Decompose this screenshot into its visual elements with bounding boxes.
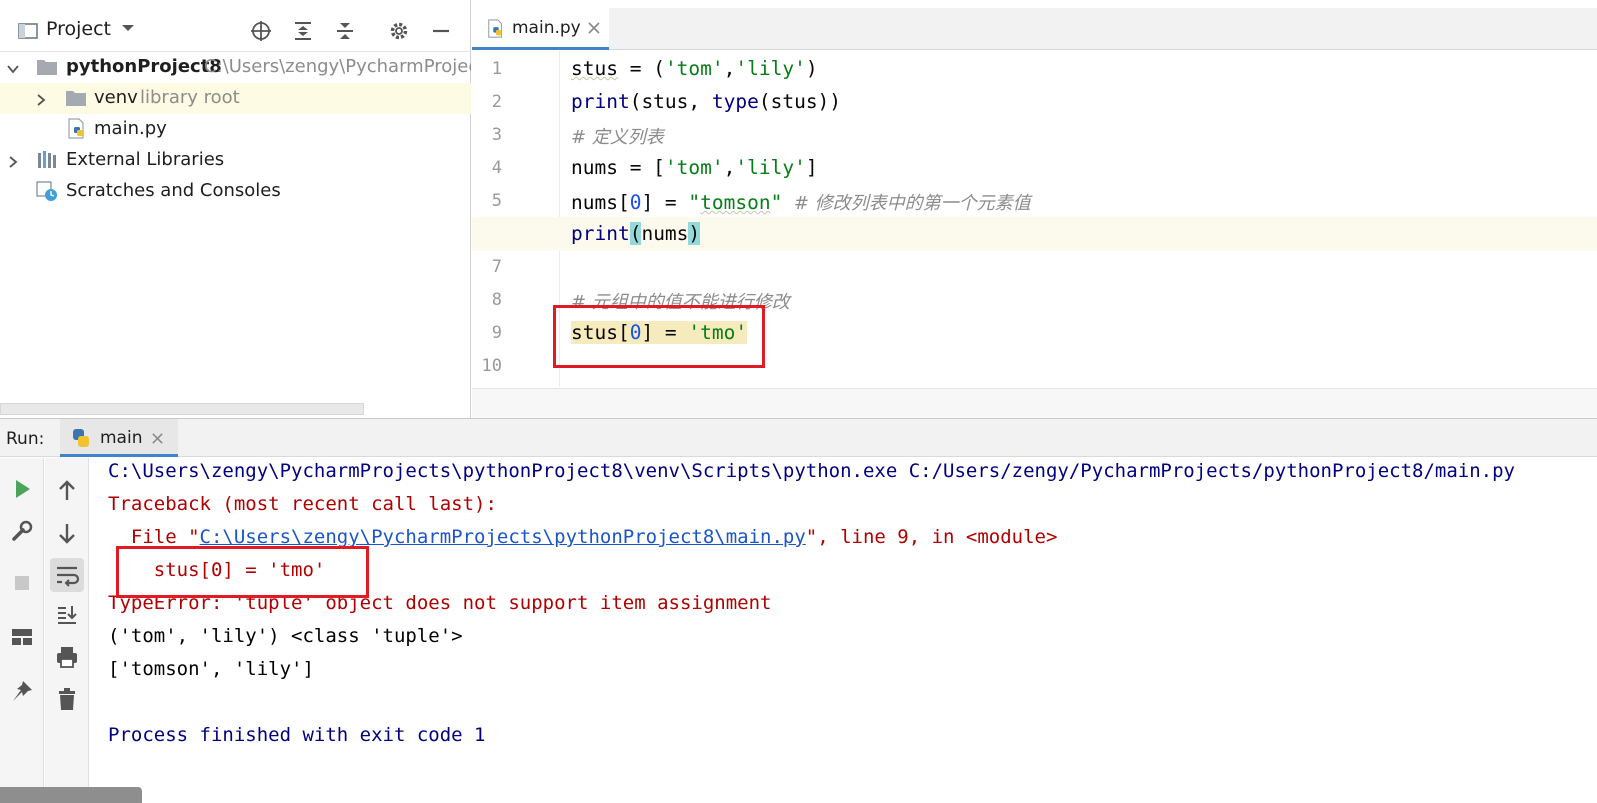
run-toolbar-right: [45, 458, 89, 803]
code-line-6[interactable]: print(nums): [472, 217, 1597, 251]
status-bar-fragment: [0, 787, 142, 803]
console-exit-message: Process finished with exit code 1: [108, 724, 486, 746]
tree-item-label: External Libraries: [66, 149, 225, 170]
code-line-4[interactable]: nums = ['tom','lily']: [472, 151, 1597, 185]
console-traceback: Traceback (most recent call last):: [108, 493, 497, 515]
code-line-7[interactable]: [472, 250, 1597, 284]
run-toolbar-left: [0, 458, 44, 803]
gear-icon[interactable]: [388, 20, 410, 42]
tab-label: main: [100, 428, 143, 448]
code-text: stus = ('tom','lily'): [571, 57, 818, 80]
project-panel: Project pythonProject8 C:\Users\zengy\Py…: [0, 0, 471, 418]
python-file-icon: [66, 118, 88, 140]
run-label: Run:: [6, 429, 45, 449]
wrench-icon[interactable]: [9, 518, 35, 544]
code-line-3[interactable]: # 定义列表: [472, 118, 1597, 152]
collapse-all-icon[interactable]: [334, 20, 356, 42]
tree-item-hint: library root: [140, 87, 240, 108]
hide-panel-icon[interactable]: [430, 20, 452, 42]
folder-icon: [36, 56, 58, 78]
scroll-to-end-icon[interactable]: [54, 602, 80, 628]
stop-icon[interactable]: [9, 570, 35, 596]
layout-icon[interactable]: [9, 624, 35, 650]
annotation-box-console: [116, 546, 369, 598]
code-text: nums[0] = "tomson" # 修改列表中的第一个元素值: [571, 191, 1031, 214]
code-line-1[interactable]: stus = ('tom','lily'): [472, 52, 1597, 86]
horizontal-scrollbar[interactable]: [0, 403, 364, 415]
python-icon: [70, 427, 92, 449]
tree-item-label: Scratches and Consoles: [66, 180, 281, 201]
project-view-icon: [17, 20, 39, 42]
console-command-line: C:\Users\zengy\PycharmProjects\pythonPro…: [108, 460, 1515, 482]
print-icon[interactable]: [54, 644, 80, 670]
code-text: print(stus, type(stus)): [571, 90, 842, 113]
tree-item-label: venv: [94, 87, 138, 108]
run-header: Run: main: [0, 419, 1597, 457]
annotation-box-editor: [553, 305, 765, 368]
library-icon: [36, 149, 58, 171]
code-line-2[interactable]: print(stus, type(stus)): [472, 85, 1597, 119]
expand-all-icon[interactable]: [292, 20, 314, 42]
tab-label: main.py: [512, 18, 581, 38]
code-text: print(nums): [571, 222, 701, 245]
chevron-down-icon[interactable]: [6, 60, 20, 74]
tree-item-external-libraries[interactable]: External Libraries: [0, 145, 471, 176]
tree-item-path: C:\Users\zengy\PycharmProjects\: [204, 56, 471, 77]
console-output[interactable]: C:\Users\zengy\PycharmProjects\pythonPro…: [108, 458, 1597, 803]
project-toolbar: Project: [0, 8, 471, 52]
editor-tab-bar: main.py: [472, 8, 1597, 50]
code-text: nums = ['tom','lily']: [571, 156, 818, 179]
tree-item-main-py[interactable]: main.py: [0, 114, 471, 145]
tree-item-pythonproject8[interactable]: pythonProject8 C:\Users\zengy\PycharmPro…: [0, 52, 471, 83]
close-icon[interactable]: [150, 431, 165, 446]
arrow-up-icon[interactable]: [54, 478, 80, 504]
project-view-selector[interactable]: Project: [46, 18, 111, 40]
pin-icon[interactable]: [9, 678, 35, 704]
tab-main-py[interactable]: main.py: [472, 8, 609, 50]
scratches-icon: [36, 180, 58, 202]
tree-item-label: pythonProject8: [66, 56, 222, 77]
tree-item-scratches[interactable]: Scratches and Consoles: [0, 176, 471, 207]
close-icon[interactable]: [586, 20, 602, 36]
tree-item-venv[interactable]: venv library root: [0, 83, 471, 114]
file-link[interactable]: C:\Users\zengy\PycharmProjects\pythonPro…: [200, 526, 806, 548]
run-icon[interactable]: [9, 476, 35, 502]
locate-icon[interactable]: [250, 20, 272, 42]
console-output-line: ['tomson', 'lily']: [108, 658, 314, 680]
soft-wrap-icon[interactable]: [50, 558, 84, 592]
chevron-down-icon[interactable]: [120, 20, 136, 36]
run-panel: Run: main C:\Users\zengy\PycharmProjects…: [0, 418, 1597, 803]
chevron-right-icon[interactable]: [6, 153, 20, 168]
editor: main.py 1 2 3 4 5 6 7 8 9 10 stus = ('to…: [472, 0, 1597, 418]
code-line-5[interactable]: nums[0] = "tomson" # 修改列表中的第一个元素值: [472, 184, 1597, 218]
trash-icon[interactable]: [54, 686, 80, 712]
code-text: # 定义列表: [571, 127, 664, 148]
tab-run-main[interactable]: main: [60, 419, 178, 457]
tree-item-label: main.py: [94, 118, 167, 139]
horizontal-scrollbar[interactable]: [472, 388, 1597, 418]
chevron-right-icon[interactable]: [34, 91, 48, 106]
arrow-down-icon[interactable]: [54, 520, 80, 546]
folder-icon: [65, 87, 87, 109]
console-file-line: File "C:\Users\zengy\PycharmProjects\pyt…: [108, 526, 1058, 548]
console-output-line: ('tom', 'lily') <class 'tuple'>: [108, 625, 463, 647]
python-file-icon: [486, 19, 506, 39]
